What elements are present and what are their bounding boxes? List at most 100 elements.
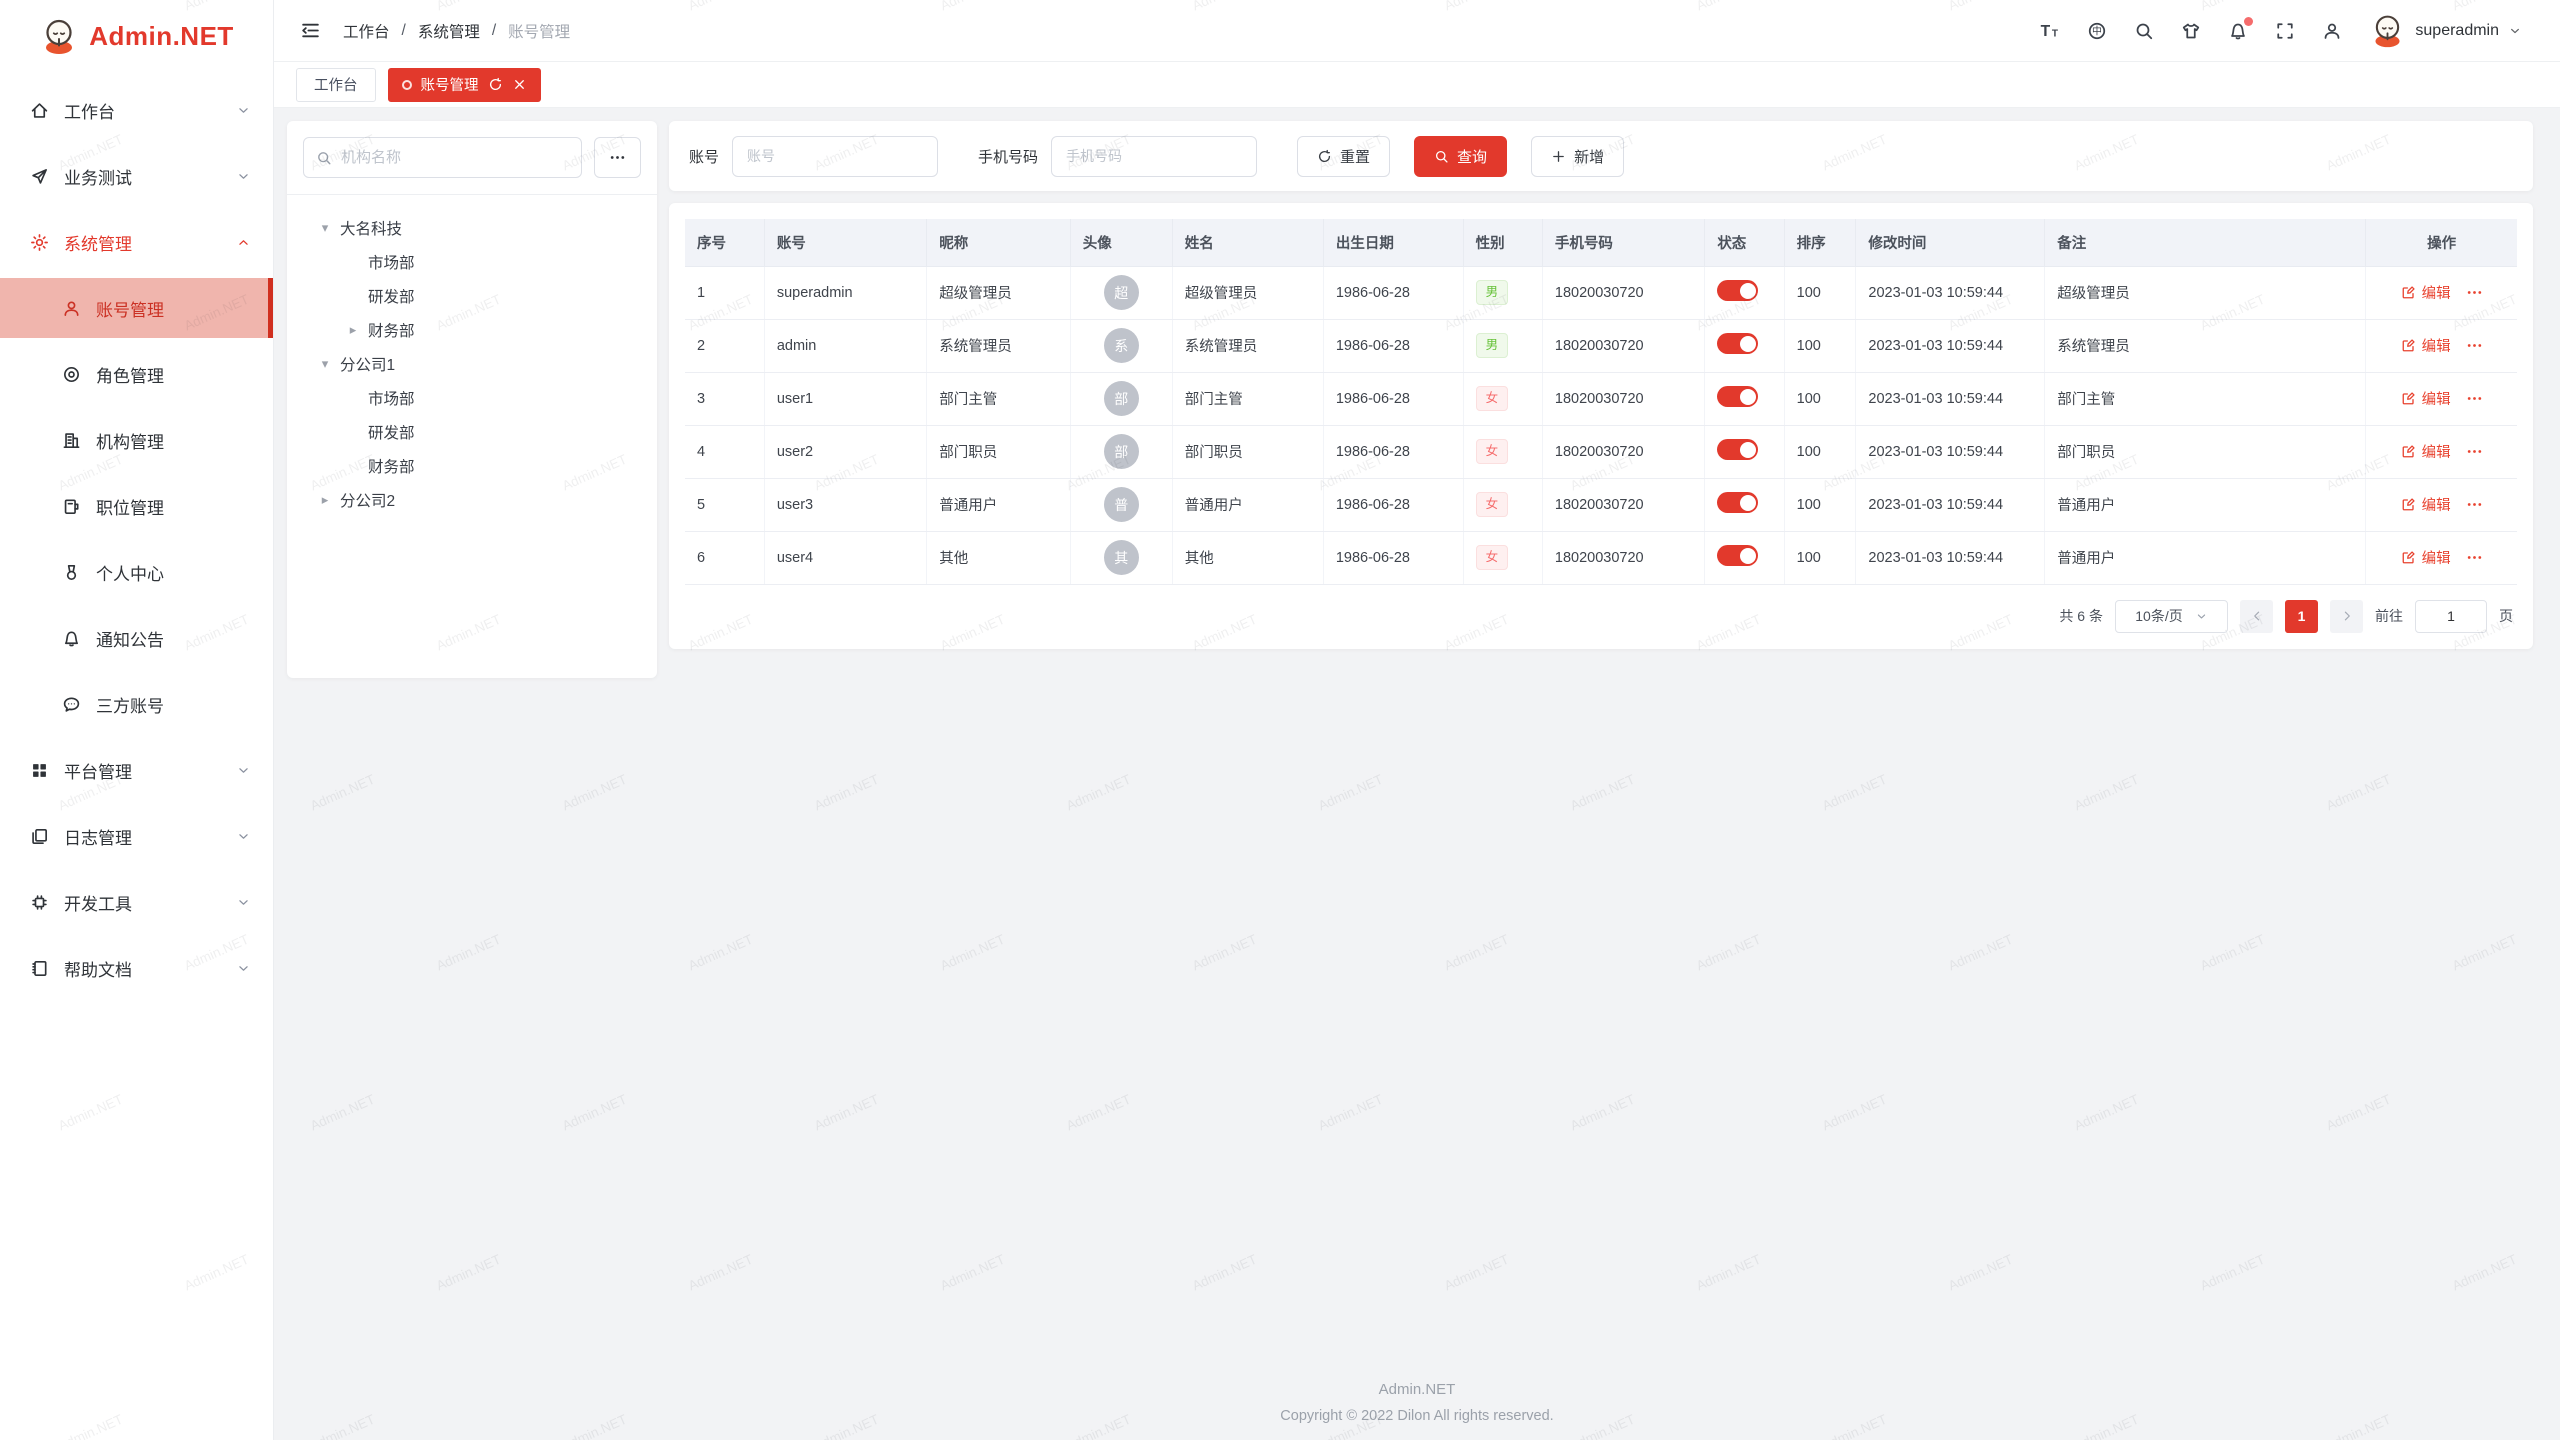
status-toggle[interactable] (1717, 280, 1758, 301)
breadcrumb-item[interactable]: 系统管理 (418, 20, 480, 42)
cell-gender: 女 (1463, 478, 1542, 531)
status-toggle[interactable] (1717, 545, 1758, 566)
tree-node[interactable]: 研发部 (297, 279, 647, 313)
phone-label: 手机号码 (978, 146, 1038, 167)
profile-icon[interactable] (2322, 21, 2342, 41)
page-size-select[interactable]: 10条/页 (2115, 600, 2228, 633)
caret-right-icon[interactable]: ▸ (317, 492, 333, 508)
tab-close-icon[interactable] (512, 77, 527, 92)
cell-status (1705, 319, 1784, 372)
caret-down-icon[interactable]: ▾ (317, 220, 333, 236)
table-row: 2admin系统管理员系系统管理员1986-06-28男180200307201… (685, 319, 2517, 372)
add-button[interactable]: 新增 (1531, 136, 1624, 177)
column-header-birth: 出生日期 (1323, 219, 1463, 266)
tree-node[interactable]: ▸财务部 (297, 313, 647, 347)
edit-button[interactable]: 编辑 (2401, 547, 2451, 568)
cell-avatar: 超 (1070, 266, 1172, 319)
username: superadmin (2415, 22, 2499, 40)
role-icon (62, 365, 81, 384)
cell-status (1705, 478, 1784, 531)
sidebar-item-org-mgmt[interactable]: 机构管理 (0, 410, 273, 470)
row-more-button[interactable] (2466, 284, 2483, 301)
sidebar-item-account-mgmt[interactable]: 账号管理 (0, 278, 273, 338)
theme-icon[interactable] (2181, 21, 2201, 41)
cell-birth: 1986-06-28 (1323, 372, 1463, 425)
tab-workbench[interactable]: 工作台 (296, 68, 376, 102)
row-more-button[interactable] (2466, 549, 2483, 566)
cell-status (1705, 531, 1784, 584)
row-actions: 编辑 (2401, 282, 2483, 303)
cell-avatar: 部 (1070, 372, 1172, 425)
user-menu[interactable]: superadmin (2369, 12, 2522, 49)
sidebar-item-business-test[interactable]: 业务测试 (0, 146, 273, 206)
cell-nickname: 系统管理员 (927, 319, 1071, 372)
cell-remark: 部门职员 (2045, 425, 2366, 478)
search-icon[interactable] (2134, 21, 2154, 41)
sidebar-item-personal-center[interactable]: 个人中心 (0, 542, 273, 602)
sidebar-item-role-mgmt[interactable]: 角色管理 (0, 344, 273, 404)
breadcrumb-item[interactable]: 工作台 (343, 20, 390, 42)
caret-down-icon[interactable]: ▾ (317, 356, 333, 372)
sidebar-item-dev-tools[interactable]: 开发工具 (0, 872, 273, 932)
tree-node[interactable]: 财务部 (297, 449, 647, 483)
row-more-button[interactable] (2466, 337, 2483, 354)
next-page-button[interactable] (2330, 600, 2363, 633)
sidebar-item-notice[interactable]: 通知公告 (0, 608, 273, 668)
cell-nickname: 部门主管 (927, 372, 1071, 425)
tree-node[interactable]: 市场部 (297, 381, 647, 415)
right-column: 账号 手机号码 重置 查询 (669, 121, 2533, 649)
status-toggle[interactable] (1717, 492, 1758, 513)
edit-button[interactable]: 编辑 (2401, 441, 2451, 462)
gender-badge: 女 (1476, 545, 1509, 570)
phone-input[interactable] (1051, 136, 1257, 177)
sidebar-item-third-account[interactable]: 三方账号 (0, 674, 273, 734)
sidebar-item-system-mgmt[interactable]: 系统管理 (0, 212, 273, 272)
tree-node[interactable]: ▸分公司2 (297, 483, 647, 517)
edit-button[interactable]: 编辑 (2401, 335, 2451, 356)
font-size-icon[interactable]: TT (2040, 21, 2060, 41)
sidebar-item-workbench[interactable]: 工作台 (0, 80, 273, 140)
row-more-button[interactable] (2466, 496, 2483, 513)
current-page[interactable]: 1 (2285, 600, 2318, 633)
status-toggle[interactable] (1717, 333, 1758, 354)
cell-seq: 3 (685, 372, 764, 425)
row-more-button[interactable] (2466, 443, 2483, 460)
logo: Admin.NET (0, 0, 273, 72)
org-search-input[interactable] (341, 149, 569, 166)
fullscreen-icon[interactable] (2275, 21, 2295, 41)
search-button[interactable]: 查询 (1414, 136, 1507, 177)
edit-button[interactable]: 编辑 (2401, 388, 2451, 409)
sidebar-item-log-mgmt[interactable]: 日志管理 (0, 806, 273, 866)
page-footer: Admin.NET Copyright © 2022 Dilon All rig… (274, 1381, 2560, 1424)
tab-label: 账号管理 (421, 74, 479, 95)
cell-nickname: 普通用户 (927, 478, 1071, 531)
tree-node[interactable]: 市场部 (297, 245, 647, 279)
org-more-button[interactable] (594, 137, 641, 178)
sidebar-item-position-mgmt[interactable]: 职位管理 (0, 476, 273, 536)
tab-refresh-icon[interactable] (488, 77, 503, 92)
notification-icon[interactable] (2228, 21, 2248, 41)
reset-button[interactable]: 重置 (1297, 136, 1390, 177)
status-toggle[interactable] (1717, 439, 1758, 460)
tab-account-mgmt[interactable]: 账号管理 (388, 68, 541, 102)
account-input[interactable] (732, 136, 938, 177)
row-more-button[interactable] (2466, 390, 2483, 407)
goto-page-input[interactable] (2415, 600, 2487, 633)
tree-node[interactable]: 研发部 (297, 415, 647, 449)
menu-collapse-icon[interactable] (300, 20, 321, 41)
sidebar-item-help-docs[interactable]: 帮助文档 (0, 938, 273, 998)
status-toggle[interactable] (1717, 386, 1758, 407)
edit-button[interactable]: 编辑 (2401, 282, 2451, 303)
tree-node[interactable]: ▾大名科技 (297, 211, 647, 245)
cell-avatar: 其 (1070, 531, 1172, 584)
edit-button[interactable]: 编辑 (2401, 494, 2451, 515)
translate-icon[interactable]: 中 (2087, 21, 2107, 41)
caret-right-icon[interactable]: ▸ (345, 322, 361, 338)
tab-bar: 工作台 账号管理 (274, 62, 2560, 108)
cell-actions: 编辑 (2366, 372, 2517, 425)
avatar-char: 普 (1114, 495, 1128, 515)
tree-node[interactable]: ▾分公司1 (297, 347, 647, 381)
prev-page-button[interactable] (2240, 600, 2273, 633)
sidebar-item-platform-mgmt[interactable]: 平台管理 (0, 740, 273, 800)
tree-node-label: 市场部 (368, 251, 415, 273)
